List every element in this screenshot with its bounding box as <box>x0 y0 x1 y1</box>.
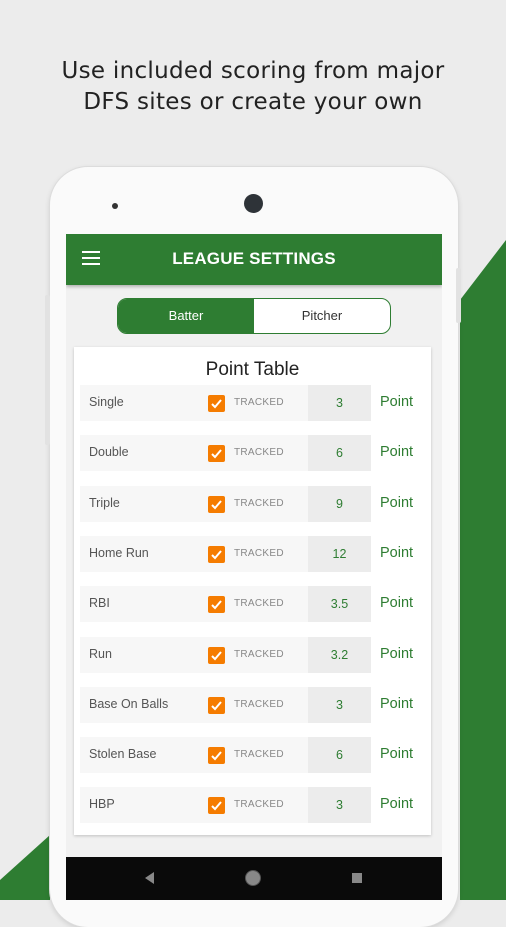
table-row: Single TRACKED 3 Point <box>80 385 425 421</box>
tracked-label: TRACKED <box>234 799 284 811</box>
back-triangle-icon[interactable] <box>145 872 155 884</box>
tracked-checkbox[interactable] <box>208 395 225 412</box>
stat-label: Double <box>89 445 129 460</box>
stat-label: Triple <box>89 495 120 510</box>
checkmark-icon <box>211 600 222 610</box>
app-screen: LEAGUE SETTINGS Batter Pitcher Point Tab… <box>66 234 442 900</box>
point-value-input[interactable]: 3.5 <box>308 586 371 623</box>
point-value-input[interactable]: 3 <box>308 385 371 421</box>
table-row: Triple TRACKED 9 Point <box>80 485 425 522</box>
stat-label: Single <box>89 395 124 409</box>
tracked-checkbox[interactable] <box>208 495 225 513</box>
tracked-checkbox[interactable] <box>208 596 225 614</box>
point-unit-label: Point <box>380 394 414 410</box>
tracked-checkbox[interactable] <box>208 797 225 815</box>
headline-line-2: DFS sites or create your own <box>83 89 423 115</box>
point-value-input[interactable]: 3.2 <box>308 636 371 673</box>
app-bar: LEAGUE SETTINGS <box>66 234 442 285</box>
point-unit-label: Point <box>380 444 414 461</box>
point-value-input[interactable]: 3 <box>308 686 371 723</box>
batter-pitcher-toggle: Batter Pitcher <box>117 298 391 334</box>
point-unit-label: Point <box>380 746 414 763</box>
point-value-input[interactable]: 3 <box>308 787 371 824</box>
tracked-checkbox[interactable] <box>208 545 225 563</box>
tracked-label: TRACKED <box>234 397 284 408</box>
checkmark-icon <box>211 751 222 761</box>
tracked-label: TRACKED <box>234 648 284 660</box>
tracked-checkbox[interactable] <box>208 646 225 664</box>
point-table-title: Point Table <box>205 359 300 380</box>
phone-side-button-right <box>456 268 461 323</box>
tracked-label: TRACKED <box>234 547 284 559</box>
point-unit-label: Point <box>380 595 414 612</box>
stat-label: RBI <box>89 596 110 611</box>
point-unit-label: Point <box>380 695 414 712</box>
point-table-card: Point Table Single TRACKED 3 Point Double TRA… <box>74 347 431 835</box>
promo-headline: Use included scoring from major DFS site… <box>0 56 506 118</box>
checkmark-icon <box>211 650 222 660</box>
tracked-label: TRACKED <box>234 749 284 761</box>
tab-batter[interactable]: Batter <box>118 299 254 333</box>
tracked-checkbox[interactable] <box>208 696 225 714</box>
tracked-label: TRACKED <box>234 698 284 710</box>
point-value-input[interactable]: 6 <box>308 737 371 774</box>
table-row: Run TRACKED 3.2 Point <box>80 636 425 673</box>
point-unit-label: Point <box>380 645 414 662</box>
phone-side-button-left <box>45 295 50 445</box>
headline-line-1: Use included scoring from major <box>61 58 445 84</box>
point-value-input[interactable]: 9 <box>308 485 371 522</box>
checkmark-icon <box>211 449 222 459</box>
page-title: LEAGUE SETTINGS <box>172 249 336 268</box>
checkmark-icon <box>211 399 222 409</box>
stat-label: HBP <box>89 797 115 812</box>
tracked-label: TRACKED <box>234 497 284 509</box>
phone-sensor <box>112 203 118 209</box>
checkmark-icon <box>211 550 222 560</box>
tracked-checkbox[interactable] <box>208 747 225 765</box>
tracked-label: TRACKED <box>234 447 284 459</box>
stat-label: Run <box>89 646 112 661</box>
table-row: Stolen Base TRACKED 6 Point <box>80 737 425 774</box>
checkmark-icon <box>211 701 222 711</box>
checkmark-icon <box>211 801 222 811</box>
point-unit-label: Point <box>380 544 414 561</box>
tab-pitcher[interactable]: Pitcher <box>254 299 390 333</box>
home-circle-icon[interactable] <box>245 870 261 886</box>
checkmark-icon <box>211 499 222 510</box>
system-nav-bar <box>66 857 442 900</box>
table-row: HBP TRACKED 3 Point <box>80 787 425 824</box>
table-row: RBI TRACKED 3.5 Point <box>80 586 425 623</box>
table-row: Double TRACKED 6 Point <box>80 435 425 472</box>
tracked-label: TRACKED <box>234 598 284 610</box>
stat-label: Home Run <box>89 545 149 560</box>
point-unit-label: Point <box>380 796 414 813</box>
recents-square-icon[interactable] <box>352 873 362 883</box>
table-row: Home Run TRACKED 12 Point <box>80 535 425 572</box>
stat-label: Stolen Base <box>89 747 157 762</box>
phone-camera <box>244 194 263 213</box>
table-row: Base On Balls TRACKED 3 Point <box>80 686 425 723</box>
point-unit-label: Point <box>380 494 414 511</box>
point-value-input[interactable]: 6 <box>308 435 371 472</box>
tracked-checkbox[interactable] <box>208 445 225 463</box>
stat-label: Base On Balls <box>89 696 169 711</box>
point-value-input[interactable]: 12 <box>308 535 371 572</box>
